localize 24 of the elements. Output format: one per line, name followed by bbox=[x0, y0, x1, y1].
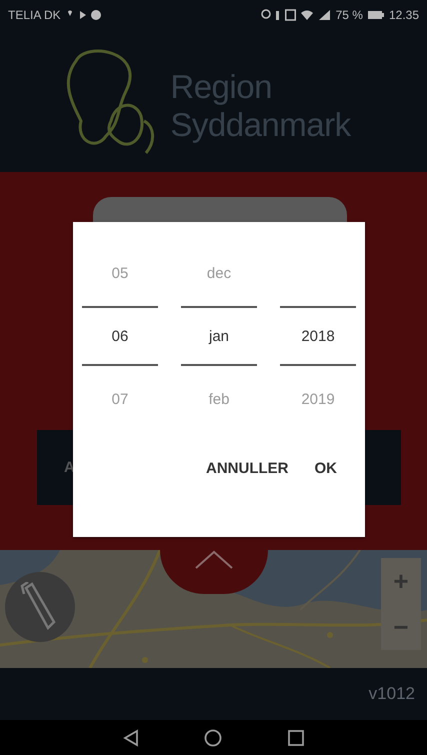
picker-option[interactable]: 07 bbox=[112, 390, 128, 408]
zoom-in-button[interactable]: + bbox=[381, 558, 421, 604]
picker-value[interactable]: 2018 bbox=[301, 328, 335, 344]
recents-icon[interactable] bbox=[286, 728, 305, 746]
picker-option[interactable]: dec bbox=[206, 264, 232, 282]
picker-option[interactable]: feb bbox=[208, 390, 230, 408]
signal-icon bbox=[318, 9, 331, 21]
version-label: v1012 bbox=[368, 684, 415, 704]
back-icon[interactable] bbox=[122, 728, 140, 746]
picker-option[interactable]: 2019 bbox=[301, 390, 335, 408]
wifi-icon bbox=[300, 9, 314, 21]
battery-level: 75 % bbox=[336, 8, 363, 22]
chevron-up-icon bbox=[194, 550, 234, 570]
cancel-button[interactable]: ANNULLER bbox=[200, 454, 294, 483]
picker-option[interactable]: 05 bbox=[112, 264, 128, 282]
home-icon[interactable] bbox=[204, 728, 222, 746]
picker-value[interactable]: 06 bbox=[112, 328, 128, 344]
location-icon bbox=[260, 9, 271, 21]
clock: 12.35 bbox=[388, 8, 419, 22]
battery-icon bbox=[368, 10, 384, 20]
picker-value[interactable]: jan bbox=[208, 328, 230, 344]
carrier-name: TELIA DK bbox=[8, 8, 61, 22]
ok-button[interactable]: OK bbox=[308, 454, 343, 483]
zoom-out-button[interactable]: − bbox=[381, 604, 421, 650]
